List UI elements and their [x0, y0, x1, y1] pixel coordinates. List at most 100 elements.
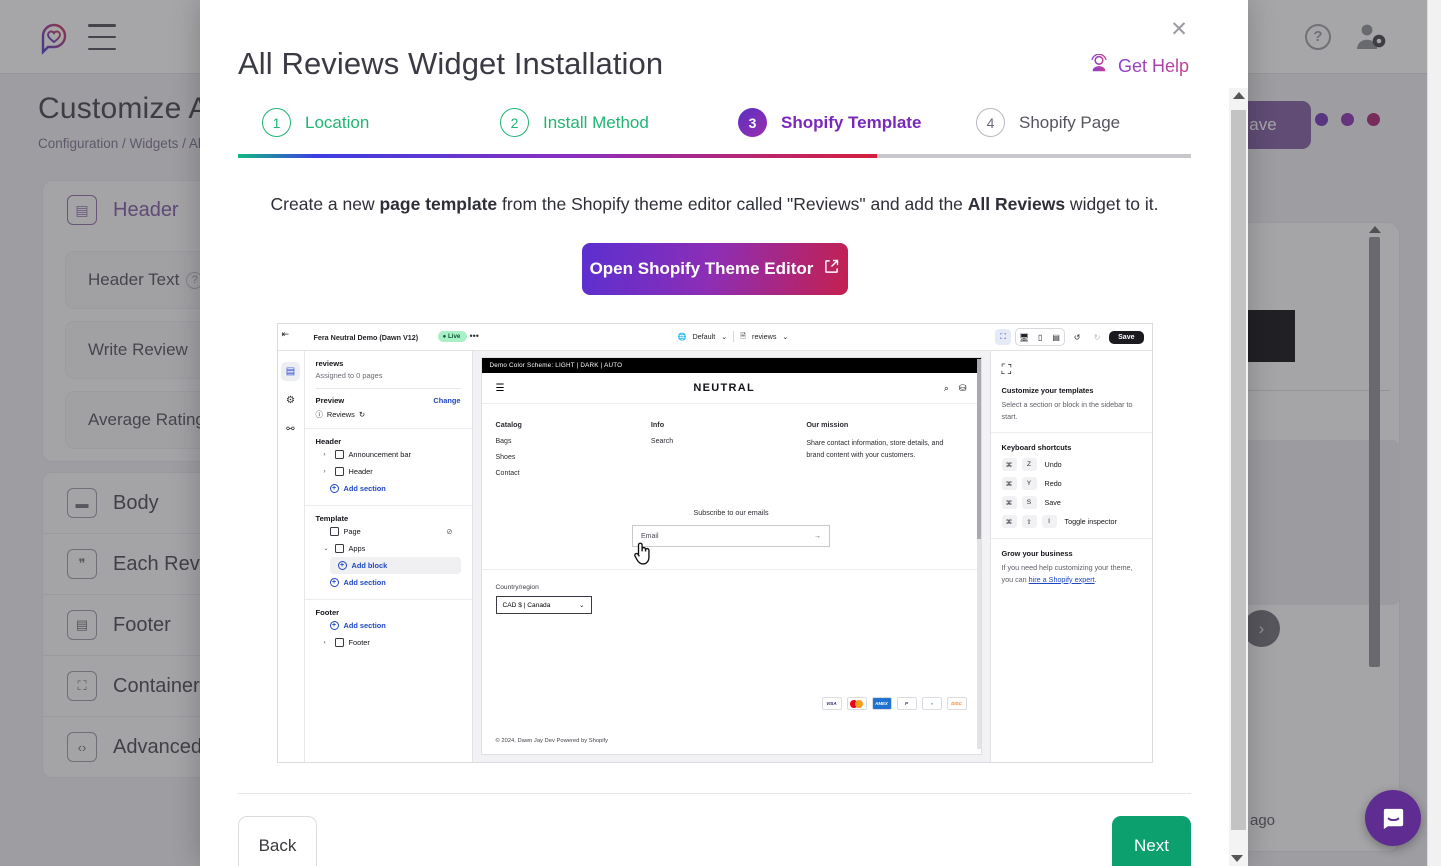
- key-cmd: ⌘: [1002, 496, 1017, 509]
- add-label: Add section: [344, 484, 386, 493]
- hidden-eye-icon[interactable]: ⊘: [446, 527, 452, 536]
- theme-settings-icon[interactable]: ⚙: [281, 391, 300, 410]
- step-number: 2: [500, 108, 529, 137]
- stepper: 1 Location 2 Install Method 3 Shopify Te…: [238, 100, 1191, 146]
- desktop-icon[interactable]: 🖥: [1016, 329, 1032, 345]
- app-embeds-icon[interactable]: ⚯: [281, 420, 300, 439]
- sections-icon[interactable]: ▤: [281, 362, 300, 381]
- exit-editor-icon[interactable]: ⇤: [282, 329, 290, 340]
- editor-toolbar: ⇤ Fera Neutral Demo (Dawn V12) ● Live ••…: [278, 324, 1152, 351]
- sidebar-item-page[interactable]: Page ⊘: [316, 523, 461, 540]
- instruction-part-2: from the Shopify theme editor called "Re…: [497, 194, 968, 214]
- refresh-icon[interactable]: ↻: [359, 410, 365, 419]
- add-section-footer-button[interactable]: + Add section: [316, 617, 461, 634]
- item-label: Apps: [349, 544, 366, 553]
- open-shopify-theme-editor-button[interactable]: Open Shopify Theme Editor: [582, 243, 848, 295]
- column-link[interactable]: Search: [651, 438, 806, 445]
- footer-column-mission: Our mission Share contact information, s…: [806, 420, 961, 486]
- change-preview-link[interactable]: Change: [433, 396, 460, 405]
- add-block-button[interactable]: + Add block: [330, 557, 461, 574]
- modal-footer: Back Next: [238, 816, 1191, 866]
- key-s: S: [1022, 496, 1037, 509]
- key-cmd: ⌘: [1002, 515, 1017, 528]
- item-label: Announcement bar: [349, 450, 411, 459]
- store-name: Fera Neutral Demo (Dawn V12): [314, 333, 419, 342]
- chevron-down-icon[interactable]: ⌄: [324, 545, 330, 552]
- section-icon: [335, 544, 344, 553]
- inspector-icon[interactable]: ⛶: [995, 329, 1011, 345]
- country-value: CAD $ | Canada: [503, 602, 551, 609]
- sidebar-item-header[interactable]: › Header: [316, 463, 461, 480]
- add-section-header-button[interactable]: + Add section: [316, 480, 461, 497]
- section-icon: [335, 450, 344, 459]
- mastercard-icon: [847, 697, 867, 710]
- sidebar-item-apps[interactable]: ⌄ Apps: [316, 540, 461, 557]
- instruction-part-3: widget to it.: [1065, 194, 1158, 214]
- plus-circle-icon: +: [330, 621, 339, 630]
- modal-title: All Reviews Widget Installation: [238, 46, 1191, 82]
- browser-scrollbar[interactable]: [1427, 0, 1441, 866]
- undo-icon[interactable]: ↺: [1069, 329, 1085, 345]
- theme-selector[interactable]: Default: [692, 332, 715, 341]
- column-link[interactable]: Bags: [496, 438, 651, 445]
- info-icon: ⓘ: [316, 409, 323, 420]
- editor-save-button[interactable]: Save: [1109, 331, 1143, 344]
- sidebar-item-footer[interactable]: › Footer: [316, 634, 461, 651]
- key-i: I: [1042, 515, 1057, 528]
- step-label: Install Method: [543, 113, 649, 133]
- hire-shopify-expert-link[interactable]: hire a Shopify expert: [1029, 575, 1095, 584]
- scroll-up-arrow[interactable]: [1233, 92, 1245, 99]
- close-icon[interactable]: ✕: [1167, 18, 1191, 42]
- preview-scrollbar[interactable]: [977, 359, 981, 749]
- add-section-template-button[interactable]: + Add section: [316, 574, 461, 591]
- step-1-location[interactable]: 1 Location: [262, 108, 369, 137]
- editor-preview-pane: Demo Color Scheme: LIGHT | DARK | AUTO ☰…: [473, 351, 990, 763]
- scroll-down-arrow[interactable]: [1231, 855, 1243, 862]
- arrow-right-icon[interactable]: →: [814, 533, 821, 540]
- group-template: Template Page ⊘ ⌄ Apps: [305, 506, 472, 600]
- modal-scrollbar[interactable]: [1229, 88, 1248, 866]
- scroll-thumb[interactable]: [1231, 110, 1246, 830]
- intercom-chat-icon[interactable]: [1365, 790, 1421, 846]
- get-help-button[interactable]: Get Help: [1089, 54, 1189, 79]
- hamburger-menu-icon[interactable]: ☰: [496, 383, 505, 394]
- fullwidth-icon[interactable]: ▤: [1048, 329, 1064, 345]
- step-4-shopify-page[interactable]: 4 Shopify Page: [976, 108, 1120, 137]
- block-placeholder-icon: ⛶: [1002, 361, 1141, 378]
- discover-icon: DISC: [947, 697, 967, 710]
- amex-icon: AMEX: [872, 697, 892, 710]
- customize-heading: Customize your templates: [1002, 386, 1141, 395]
- inspector-intro: ⛶ Customize your templates Select a sect…: [991, 351, 1152, 433]
- preview-value: Reviews: [327, 410, 355, 419]
- sidebar-item-announcement-bar[interactable]: › Announcement bar: [316, 446, 461, 463]
- page-selector[interactable]: reviews: [752, 332, 776, 341]
- key-z: Z: [1022, 458, 1037, 471]
- grow-text-2: .: [1095, 575, 1097, 584]
- shortcut-save: ⌘ S Save: [1002, 496, 1141, 509]
- mobile-icon[interactable]: ▯: [1032, 329, 1048, 345]
- ellipsis-icon[interactable]: •••: [470, 331, 479, 341]
- add-label: Add section: [344, 621, 386, 630]
- country-select[interactable]: CAD $ | Canada ⌄: [496, 596, 592, 614]
- column-link[interactable]: Contact: [496, 470, 651, 477]
- chevron-right-icon[interactable]: ›: [324, 640, 330, 646]
- step-2-install-method[interactable]: 2 Install Method: [500, 108, 649, 137]
- step-number: 3: [738, 108, 767, 137]
- instruction-bold-1: page template: [379, 194, 497, 214]
- installation-modal: ✕ All Reviews Widget Installation Get He…: [200, 0, 1248, 866]
- next-button[interactable]: Next: [1112, 816, 1191, 866]
- step-3-shopify-template[interactable]: 3 Shopify Template: [738, 108, 921, 137]
- cart-icon[interactable]: ⛁: [959, 383, 967, 394]
- editor-inspector: ⛶ Customize your templates Select a sect…: [990, 351, 1152, 763]
- column-link[interactable]: Shoes: [496, 454, 651, 461]
- grow-body: If you need help customizing your theme,…: [1002, 562, 1141, 585]
- column-heading: Info: [651, 420, 806, 429]
- search-icon[interactable]: ⌕: [944, 383, 949, 394]
- shortcut-toggle-inspector: ⌘ ⇧ I Toggle inspector: [1002, 515, 1141, 528]
- chevron-right-icon[interactable]: ›: [324, 469, 330, 475]
- email-field[interactable]: Email →: [632, 525, 830, 547]
- back-button[interactable]: Back: [238, 816, 317, 866]
- chevron-right-icon[interactable]: ›: [324, 452, 330, 458]
- key-cmd: ⌘: [1002, 477, 1017, 490]
- add-block-label: Add block: [352, 561, 388, 570]
